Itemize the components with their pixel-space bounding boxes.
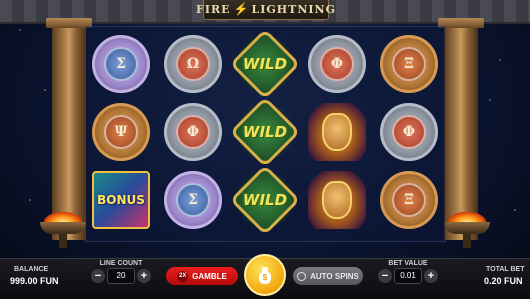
- silver-coin-symbol: Φ: [164, 103, 222, 161]
- logo-word-fire: FIRE: [196, 2, 231, 16]
- line-count-value: 20: [107, 268, 135, 284]
- line-count-label: LINE COUNT: [99, 260, 143, 267]
- zeus-face-icon: [322, 181, 352, 219]
- purple-coin-symbol: Σ: [164, 171, 222, 229]
- bronze-coin-symbol: Ξ: [380, 171, 438, 229]
- greek-letter-glyph: Ψ: [104, 115, 138, 149]
- auto-spin-icon: [297, 271, 307, 281]
- wild-symbol: WILD: [236, 171, 294, 229]
- money-bag-icon: $: [257, 266, 273, 284]
- wild-label: WILD: [242, 123, 288, 141]
- line-count-stepper: − 20 +: [91, 268, 151, 284]
- purple-coin-symbol: Σ: [92, 35, 150, 93]
- greek-letter-glyph: Φ: [392, 115, 426, 149]
- bet-plus-button[interactable]: +: [424, 269, 438, 283]
- greek-letter-glyph: Ξ: [392, 47, 426, 81]
- greek-letter-glyph: Φ: [320, 47, 354, 81]
- spin-button[interactable]: $: [244, 254, 286, 296]
- zeus-face-icon: [322, 113, 352, 151]
- total-bet-label: TOTAL BET: [486, 266, 525, 273]
- gamble-2x-icon: 2X: [177, 270, 189, 282]
- bronze-coin-symbol: Ξ: [380, 35, 438, 93]
- line-count-plus-button[interactable]: +: [137, 269, 151, 283]
- silver-coin-symbol: Φ: [380, 103, 438, 161]
- balance-value: 999.00 FUN: [10, 276, 59, 286]
- zeus-symbol: [308, 171, 366, 229]
- zeus-symbol: [308, 103, 366, 161]
- total-bet-value: 0.20 FUN: [484, 276, 523, 286]
- wild-label: WILD: [242, 191, 288, 209]
- wild-label: WILD: [242, 55, 288, 73]
- game-logo: FIRE ⚡ LIGHTNING: [196, 0, 335, 20]
- wild-symbol: WILD: [236, 35, 294, 93]
- wild-symbol: WILD: [236, 103, 294, 161]
- bet-value-label: BET VALUE: [388, 260, 428, 267]
- bonus-symbol: BONUS: [92, 171, 150, 229]
- greek-letter-glyph: Ω: [176, 47, 210, 81]
- lightning-bolt-icon: ⚡: [233, 2, 249, 16]
- gamble-button[interactable]: 2X GAMBLE: [166, 267, 238, 285]
- bonus-label: BONUS: [97, 193, 145, 207]
- right-pillar: [438, 18, 484, 240]
- reel-grid: Σ Ψ BONUS Ω Φ Σ WILD WILD WILD Φ Ξ Φ Ξ: [85, 26, 446, 242]
- money-bag-symbol: $: [262, 273, 268, 282]
- greek-letter-glyph: Φ: [176, 115, 210, 149]
- bronze-coin-symbol: Ψ: [92, 103, 150, 161]
- logo-word-lightning: LIGHTNING: [251, 2, 336, 16]
- line-count-minus-button[interactable]: −: [91, 269, 105, 283]
- silver-coin-symbol: Ω: [164, 35, 222, 93]
- greek-letter-glyph: Σ: [176, 183, 210, 217]
- bet-value: 0.01: [394, 268, 422, 284]
- auto-spins-label: AUTO SPINS: [310, 271, 359, 281]
- gamble-label: GAMBLE: [192, 271, 227, 281]
- bet-value-stepper: − 0.01 +: [378, 268, 438, 284]
- auto-spins-button[interactable]: AUTO SPINS: [293, 267, 363, 285]
- greek-letter-glyph: Ξ: [392, 183, 426, 217]
- bet-minus-button[interactable]: −: [378, 269, 392, 283]
- greek-letter-glyph: Σ: [104, 47, 138, 81]
- left-pillar: [46, 18, 92, 240]
- silver-coin-symbol: Φ: [308, 35, 366, 93]
- balance-label: BALANCE: [14, 266, 49, 273]
- left-brazier: [36, 212, 90, 248]
- right-brazier: [440, 212, 494, 248]
